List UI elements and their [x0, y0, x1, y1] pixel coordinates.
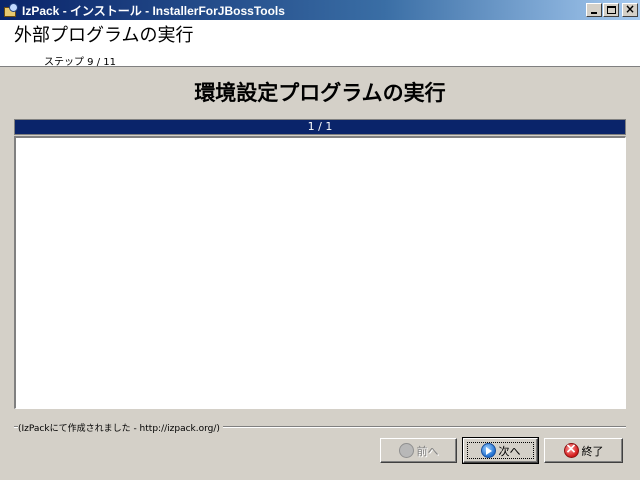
step-indicator: ステップ 9 / 11 — [44, 57, 116, 68]
quit-button-label: 終了 — [581, 444, 604, 458]
installer-window: IzPack - インストール - InstallerForJBossTools… — [0, 0, 640, 480]
minimize-icon — [591, 12, 597, 14]
next-button[interactable]: 次へ — [462, 437, 539, 464]
maximize-button[interactable] — [603, 3, 619, 17]
progress-bar: 1 / 1 — [14, 119, 626, 135]
progress-text: 1 / 1 — [307, 120, 333, 133]
title-bar[interactable]: IzPack - インストール - InstallerForJBossTools… — [0, 0, 640, 20]
window-title: IzPack - インストール - InstallerForJBossTools — [22, 3, 285, 18]
window-controls: × — [585, 2, 638, 17]
quit-button[interactable]: 終了 — [544, 438, 623, 463]
focus-ring — [467, 442, 534, 459]
page-heading: 環境設定プログラムの実行 — [194, 81, 446, 105]
header-panel: 外部プログラムの実行 ステップ 9 / 11 — [0, 20, 640, 68]
minimize-button[interactable] — [586, 3, 602, 17]
package-icon[interactable] — [3, 2, 19, 18]
output-text-area[interactable] — [14, 136, 626, 409]
close-icon: × — [624, 2, 636, 16]
next-arrow-icon — [480, 443, 496, 458]
prev-button-label: 前へ — [416, 444, 439, 458]
prev-button[interactable]: 前へ — [380, 438, 457, 463]
footer-credit: (IzPackにて作成されました - http://izpack.org/) — [18, 421, 223, 434]
cancel-icon — [563, 441, 579, 458]
panel-title: 外部プログラムの実行 — [14, 25, 194, 46]
maximize-icon — [607, 6, 616, 14]
close-button[interactable]: × — [622, 2, 638, 17]
back-arrow-icon — [398, 443, 414, 458]
